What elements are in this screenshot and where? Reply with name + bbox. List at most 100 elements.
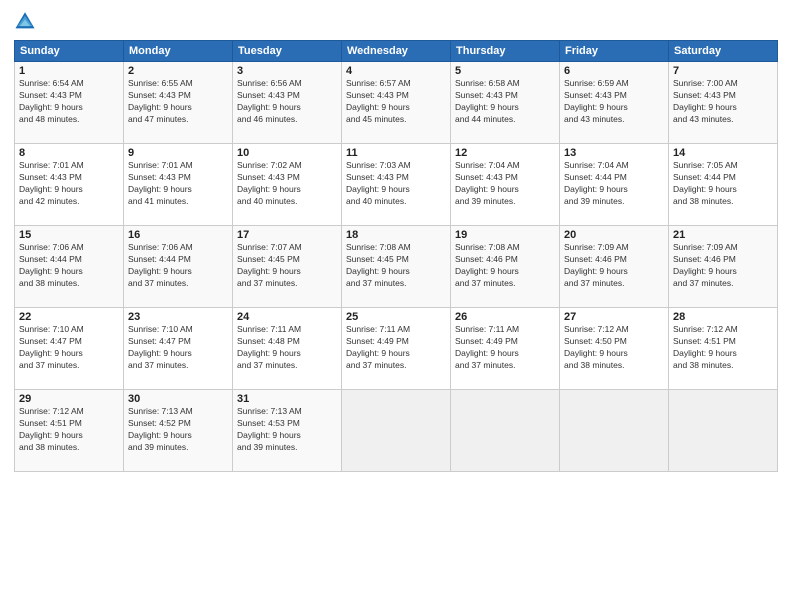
day-info: Sunrise: 7:10 AM Sunset: 4:47 PM Dayligh… <box>19 324 119 372</box>
week-row-3: 15 Sunrise: 7:06 AM Sunset: 4:44 PM Dayl… <box>15 226 778 308</box>
day-number: 8 <box>19 147 119 159</box>
calendar-cell: 25 Sunrise: 7:11 AM Sunset: 4:49 PM Dayl… <box>342 308 451 390</box>
calendar-cell: 23 Sunrise: 7:10 AM Sunset: 4:47 PM Dayl… <box>124 308 233 390</box>
day-info: Sunrise: 7:00 AM Sunset: 4:43 PM Dayligh… <box>673 78 773 126</box>
day-number: 10 <box>237 147 337 159</box>
day-info: Sunrise: 6:59 AM Sunset: 4:43 PM Dayligh… <box>564 78 664 126</box>
day-info: Sunrise: 7:01 AM Sunset: 4:43 PM Dayligh… <box>19 160 119 208</box>
calendar-cell: 30 Sunrise: 7:13 AM Sunset: 4:52 PM Dayl… <box>124 390 233 472</box>
day-info: Sunrise: 7:01 AM Sunset: 4:43 PM Dayligh… <box>128 160 228 208</box>
calendar-cell: 24 Sunrise: 7:11 AM Sunset: 4:48 PM Dayl… <box>233 308 342 390</box>
calendar-cell <box>451 390 560 472</box>
calendar-cell: 28 Sunrise: 7:12 AM Sunset: 4:51 PM Dayl… <box>669 308 778 390</box>
day-number: 6 <box>564 65 664 77</box>
day-number: 2 <box>128 65 228 77</box>
day-number: 7 <box>673 65 773 77</box>
week-row-2: 8 Sunrise: 7:01 AM Sunset: 4:43 PM Dayli… <box>15 144 778 226</box>
calendar-cell: 6 Sunrise: 6:59 AM Sunset: 4:43 PM Dayli… <box>560 62 669 144</box>
day-info: Sunrise: 6:57 AM Sunset: 4:43 PM Dayligh… <box>346 78 446 126</box>
header-row: SundayMondayTuesdayWednesdayThursdayFrid… <box>15 41 778 62</box>
week-row-1: 1 Sunrise: 6:54 AM Sunset: 4:43 PM Dayli… <box>15 62 778 144</box>
day-info: Sunrise: 7:09 AM Sunset: 4:46 PM Dayligh… <box>673 242 773 290</box>
logo-icon <box>14 10 36 32</box>
day-info: Sunrise: 7:02 AM Sunset: 4:43 PM Dayligh… <box>237 160 337 208</box>
calendar-cell: 27 Sunrise: 7:12 AM Sunset: 4:50 PM Dayl… <box>560 308 669 390</box>
calendar-cell: 13 Sunrise: 7:04 AM Sunset: 4:44 PM Dayl… <box>560 144 669 226</box>
day-header-friday: Friday <box>560 41 669 62</box>
day-info: Sunrise: 7:08 AM Sunset: 4:46 PM Dayligh… <box>455 242 555 290</box>
day-info: Sunrise: 7:03 AM Sunset: 4:43 PM Dayligh… <box>346 160 446 208</box>
day-info: Sunrise: 7:13 AM Sunset: 4:52 PM Dayligh… <box>128 406 228 454</box>
calendar-cell: 14 Sunrise: 7:05 AM Sunset: 4:44 PM Dayl… <box>669 144 778 226</box>
day-number: 16 <box>128 229 228 241</box>
day-number: 22 <box>19 311 119 323</box>
calendar-cell: 5 Sunrise: 6:58 AM Sunset: 4:43 PM Dayli… <box>451 62 560 144</box>
day-number: 25 <box>346 311 446 323</box>
day-number: 27 <box>564 311 664 323</box>
day-number: 3 <box>237 65 337 77</box>
header <box>14 10 778 32</box>
day-number: 26 <box>455 311 555 323</box>
day-number: 20 <box>564 229 664 241</box>
calendar-cell: 3 Sunrise: 6:56 AM Sunset: 4:43 PM Dayli… <box>233 62 342 144</box>
day-info: Sunrise: 6:58 AM Sunset: 4:43 PM Dayligh… <box>455 78 555 126</box>
calendar-cell: 19 Sunrise: 7:08 AM Sunset: 4:46 PM Dayl… <box>451 226 560 308</box>
day-number: 31 <box>237 393 337 405</box>
day-info: Sunrise: 7:11 AM Sunset: 4:49 PM Dayligh… <box>346 324 446 372</box>
day-number: 28 <box>673 311 773 323</box>
calendar-cell: 11 Sunrise: 7:03 AM Sunset: 4:43 PM Dayl… <box>342 144 451 226</box>
week-row-5: 29 Sunrise: 7:12 AM Sunset: 4:51 PM Dayl… <box>15 390 778 472</box>
calendar-cell: 31 Sunrise: 7:13 AM Sunset: 4:53 PM Dayl… <box>233 390 342 472</box>
day-info: Sunrise: 7:08 AM Sunset: 4:45 PM Dayligh… <box>346 242 446 290</box>
calendar-cell <box>342 390 451 472</box>
day-number: 23 <box>128 311 228 323</box>
day-number: 15 <box>19 229 119 241</box>
day-number: 18 <box>346 229 446 241</box>
calendar-cell: 7 Sunrise: 7:00 AM Sunset: 4:43 PM Dayli… <box>669 62 778 144</box>
calendar-cell: 4 Sunrise: 6:57 AM Sunset: 4:43 PM Dayli… <box>342 62 451 144</box>
calendar-cell: 12 Sunrise: 7:04 AM Sunset: 4:43 PM Dayl… <box>451 144 560 226</box>
day-info: Sunrise: 7:04 AM Sunset: 4:44 PM Dayligh… <box>564 160 664 208</box>
day-number: 19 <box>455 229 555 241</box>
day-info: Sunrise: 7:13 AM Sunset: 4:53 PM Dayligh… <box>237 406 337 454</box>
day-header-thursday: Thursday <box>451 41 560 62</box>
calendar-cell: 1 Sunrise: 6:54 AM Sunset: 4:43 PM Dayli… <box>15 62 124 144</box>
day-number: 12 <box>455 147 555 159</box>
calendar-container: SundayMondayTuesdayWednesdayThursdayFrid… <box>0 0 792 612</box>
calendar-cell: 2 Sunrise: 6:55 AM Sunset: 4:43 PM Dayli… <box>124 62 233 144</box>
day-header-sunday: Sunday <box>15 41 124 62</box>
calendar-cell: 15 Sunrise: 7:06 AM Sunset: 4:44 PM Dayl… <box>15 226 124 308</box>
day-info: Sunrise: 7:06 AM Sunset: 4:44 PM Dayligh… <box>128 242 228 290</box>
calendar-cell: 16 Sunrise: 7:06 AM Sunset: 4:44 PM Dayl… <box>124 226 233 308</box>
day-header-saturday: Saturday <box>669 41 778 62</box>
calendar-cell: 22 Sunrise: 7:10 AM Sunset: 4:47 PM Dayl… <box>15 308 124 390</box>
day-number: 1 <box>19 65 119 77</box>
day-number: 17 <box>237 229 337 241</box>
day-info: Sunrise: 7:12 AM Sunset: 4:50 PM Dayligh… <box>564 324 664 372</box>
calendar-cell: 29 Sunrise: 7:12 AM Sunset: 4:51 PM Dayl… <box>15 390 124 472</box>
day-info: Sunrise: 6:55 AM Sunset: 4:43 PM Dayligh… <box>128 78 228 126</box>
calendar-cell: 18 Sunrise: 7:08 AM Sunset: 4:45 PM Dayl… <box>342 226 451 308</box>
day-number: 21 <box>673 229 773 241</box>
calendar-cell: 26 Sunrise: 7:11 AM Sunset: 4:49 PM Dayl… <box>451 308 560 390</box>
day-info: Sunrise: 7:12 AM Sunset: 4:51 PM Dayligh… <box>19 406 119 454</box>
day-number: 13 <box>564 147 664 159</box>
day-number: 9 <box>128 147 228 159</box>
day-info: Sunrise: 7:11 AM Sunset: 4:49 PM Dayligh… <box>455 324 555 372</box>
calendar-cell: 20 Sunrise: 7:09 AM Sunset: 4:46 PM Dayl… <box>560 226 669 308</box>
day-info: Sunrise: 7:04 AM Sunset: 4:43 PM Dayligh… <box>455 160 555 208</box>
day-number: 4 <box>346 65 446 77</box>
calendar-cell: 21 Sunrise: 7:09 AM Sunset: 4:46 PM Dayl… <box>669 226 778 308</box>
day-header-wednesday: Wednesday <box>342 41 451 62</box>
calendar-cell: 8 Sunrise: 7:01 AM Sunset: 4:43 PM Dayli… <box>15 144 124 226</box>
day-info: Sunrise: 7:10 AM Sunset: 4:47 PM Dayligh… <box>128 324 228 372</box>
day-number: 29 <box>19 393 119 405</box>
calendar-cell: 9 Sunrise: 7:01 AM Sunset: 4:43 PM Dayli… <box>124 144 233 226</box>
day-header-tuesday: Tuesday <box>233 41 342 62</box>
day-info: Sunrise: 7:12 AM Sunset: 4:51 PM Dayligh… <box>673 324 773 372</box>
day-info: Sunrise: 7:11 AM Sunset: 4:48 PM Dayligh… <box>237 324 337 372</box>
week-row-4: 22 Sunrise: 7:10 AM Sunset: 4:47 PM Dayl… <box>15 308 778 390</box>
day-info: Sunrise: 7:05 AM Sunset: 4:44 PM Dayligh… <box>673 160 773 208</box>
day-number: 11 <box>346 147 446 159</box>
day-number: 24 <box>237 311 337 323</box>
